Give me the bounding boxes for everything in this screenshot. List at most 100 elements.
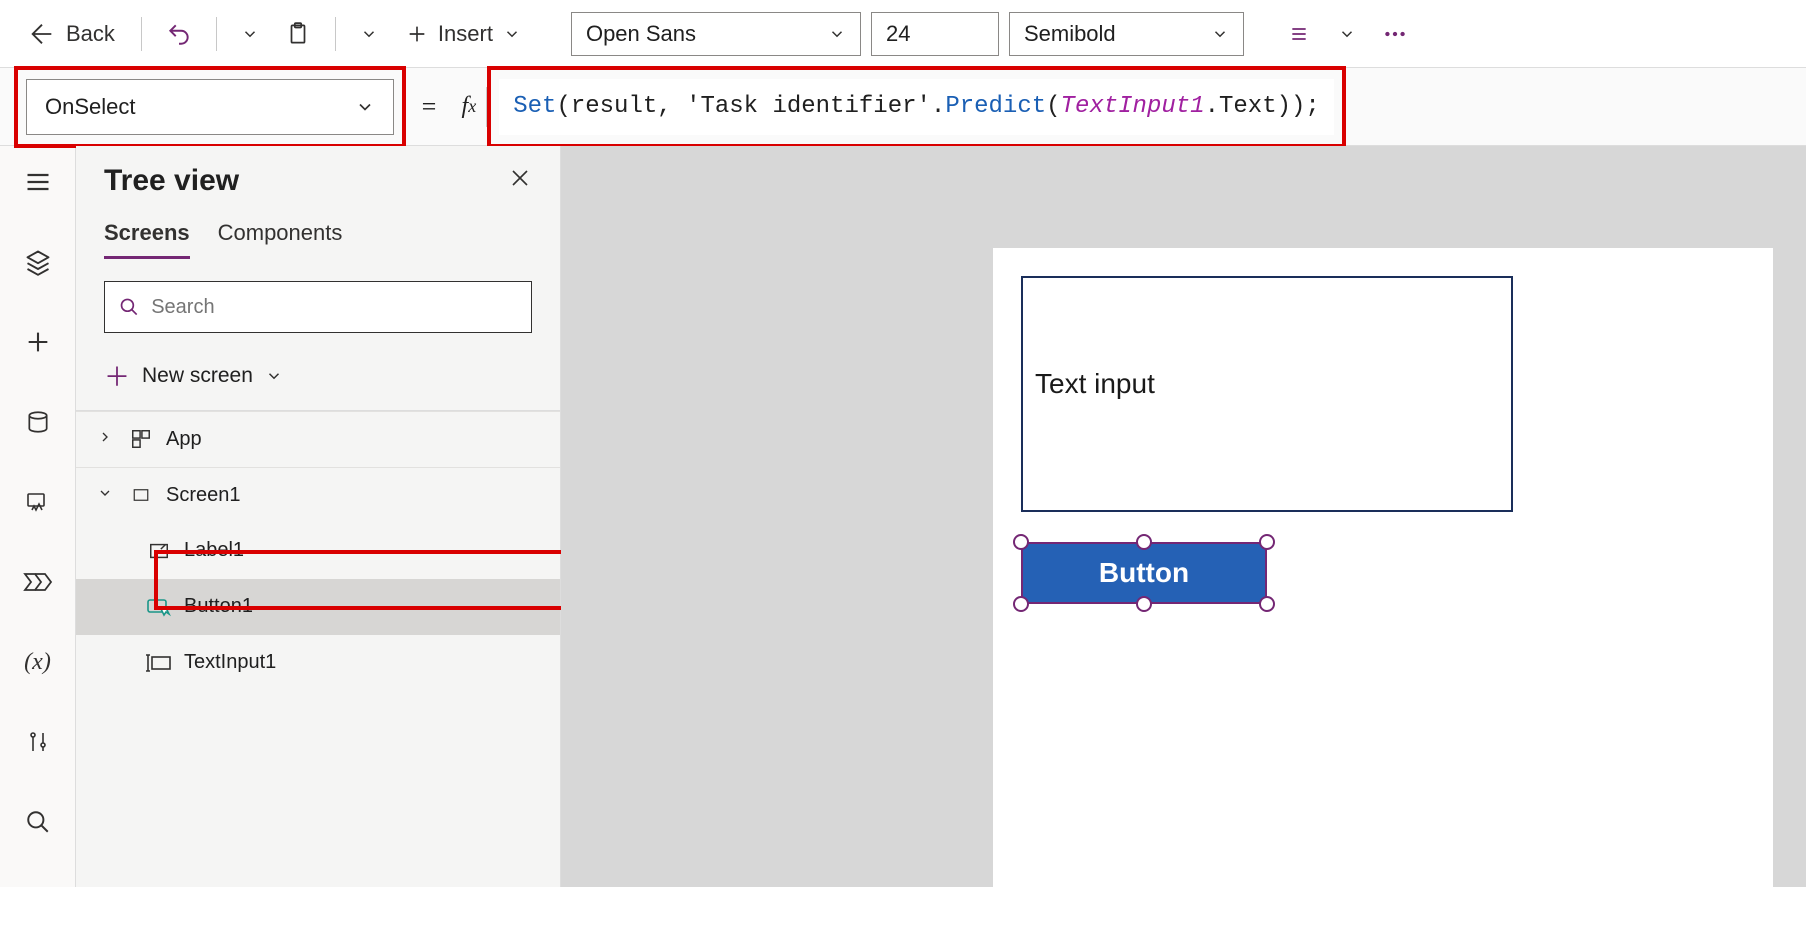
resize-handle[interactable] (1013, 534, 1029, 550)
canvas-button-label: Button (1099, 557, 1189, 589)
canvas-textinput1[interactable]: Text input (1021, 276, 1513, 512)
property-highlight: OnSelect (14, 66, 406, 148)
chevron-down-icon (503, 25, 521, 43)
item-more-button[interactable]: ··· (514, 594, 550, 620)
rail-insert[interactable] (16, 320, 60, 364)
plus-icon: ＋ (104, 357, 130, 394)
tree-tabs: Screens Components (76, 198, 560, 259)
rail-search[interactable] (16, 800, 60, 844)
rail-flows[interactable] (16, 560, 60, 604)
search-icon (25, 809, 51, 835)
chevron-down-icon (828, 25, 846, 43)
font-weight-select[interactable]: Semibold (1009, 12, 1244, 56)
screen-icon (128, 482, 154, 508)
more-button[interactable] (1374, 12, 1416, 56)
flow-icon (23, 570, 53, 594)
formula-bar: OnSelect = fx Set(result, 'Task identifi… (0, 68, 1806, 146)
button-icon (146, 594, 172, 620)
tok-ti: TextInput1 (1061, 93, 1205, 120)
tree-item-label1[interactable]: Label1 (76, 523, 560, 579)
rail-tree[interactable] (16, 240, 60, 284)
resize-handle[interactable] (1013, 596, 1029, 612)
textinput-icon (146, 650, 172, 676)
equals-sign: = (420, 92, 438, 122)
label1-label: Label1 (184, 539, 550, 562)
rail-data[interactable] (16, 400, 60, 444)
new-screen-button[interactable]: ＋ New screen (76, 341, 560, 410)
align-menu-button[interactable] (1330, 12, 1364, 56)
app-icon (128, 426, 154, 452)
artboard-screen1[interactable]: Text input Button (993, 248, 1773, 948)
chevron-down-icon (241, 25, 259, 43)
font-size-value: 24 (886, 21, 910, 47)
tree-search-input[interactable] (151, 296, 517, 319)
tok-predict: Predict (945, 93, 1046, 120)
tok-task: 'Task identifier' (686, 93, 931, 120)
variable-icon: (x) (24, 649, 51, 676)
resize-handle[interactable] (1136, 534, 1152, 550)
tree-item-app[interactable]: App (76, 411, 560, 467)
plus-icon (406, 23, 428, 45)
font-select[interactable]: Open Sans (571, 12, 861, 56)
property-select[interactable]: OnSelect (26, 79, 394, 135)
fx-label[interactable]: fx (452, 87, 488, 127)
clipboard-icon (285, 21, 311, 47)
font-weight-value: Semibold (1024, 21, 1116, 47)
tree-search[interactable] (104, 281, 532, 333)
chevron-down-icon (1338, 25, 1356, 43)
undo-button[interactable] (158, 12, 200, 56)
plus-icon (24, 328, 52, 356)
rail-media[interactable] (16, 480, 60, 524)
close-icon (508, 166, 532, 190)
button1-label: Button1 (184, 595, 502, 618)
rail-variables[interactable]: (x) (16, 640, 60, 684)
search-icon (119, 296, 139, 318)
resize-handle[interactable] (1259, 534, 1275, 550)
layers-icon (24, 248, 52, 276)
textinput-value: Text input (1035, 368, 1155, 399)
tree-close-button[interactable] (508, 165, 532, 197)
rail-hamburger[interactable] (16, 160, 60, 204)
new-screen-label: New screen (142, 364, 253, 388)
paste-menu-button[interactable] (352, 12, 386, 56)
tab-components[interactable]: Components (218, 220, 343, 259)
tok-set: Set (513, 93, 556, 120)
tree-item-textinput1[interactable]: TextInput1 (76, 635, 560, 691)
textinput1-label: TextInput1 (184, 651, 550, 674)
chevron-right-icon (94, 428, 116, 451)
paste-button[interactable] (277, 12, 319, 56)
font-size-select[interactable]: 24 (871, 12, 999, 56)
tree-item-screen1[interactable]: Screen1 (76, 467, 560, 523)
back-button[interactable]: Back (18, 12, 125, 56)
align-button[interactable] (1278, 12, 1320, 56)
media-icon (24, 490, 52, 514)
separator (141, 17, 142, 51)
insert-button[interactable]: Insert (396, 12, 531, 56)
separator (335, 17, 336, 51)
font-value: Open Sans (586, 21, 696, 47)
tok-dot2: . (1205, 93, 1219, 120)
toolbar: Back Insert Open Sans 24 Semibold (0, 0, 1806, 68)
chevron-down-icon (1211, 25, 1229, 43)
canvas[interactable]: Text input Button (561, 146, 1806, 887)
tree-item-button1[interactable]: Button1 ··· (76, 579, 560, 635)
tok-p2: ( (1046, 93, 1060, 120)
main: (x) Tree view Screens Components ＋ New s… (0, 146, 1806, 887)
undo-menu-button[interactable] (233, 12, 267, 56)
resize-handle[interactable] (1136, 596, 1152, 612)
chevron-down-icon (94, 484, 116, 507)
app-label: App (166, 428, 550, 451)
tree-panel: Tree view Screens Components ＋ New scree… (76, 146, 561, 887)
formula-input[interactable]: Set(result, 'Task identifier'.Predict(Te… (499, 79, 1334, 135)
tab-screens[interactable]: Screens (104, 220, 190, 259)
resize-handle[interactable] (1259, 596, 1275, 612)
tok-text: Text (1219, 93, 1277, 120)
tree-list: App Screen1 Label1 (76, 410, 560, 691)
property-value: OnSelect (45, 94, 136, 120)
chevron-down-icon (355, 97, 375, 117)
hamburger-icon (24, 168, 52, 196)
chevron-down-icon (265, 367, 283, 385)
tree-title: Tree view (104, 164, 239, 198)
canvas-button1[interactable]: Button (1021, 542, 1267, 604)
rail-tools[interactable] (16, 720, 60, 764)
